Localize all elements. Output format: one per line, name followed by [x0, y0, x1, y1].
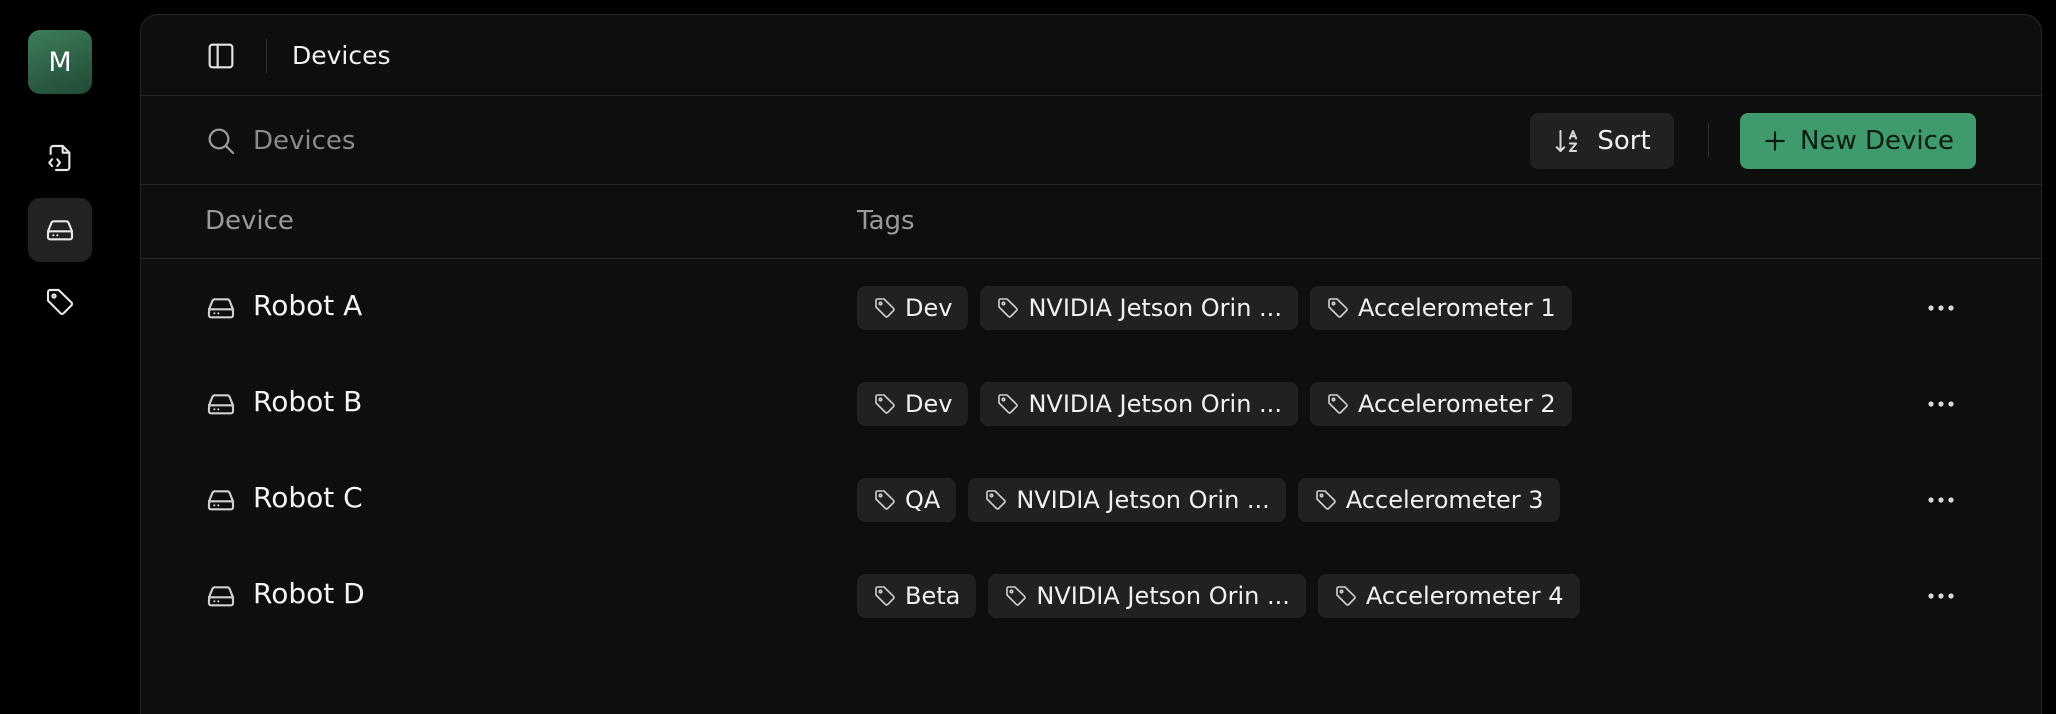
more-horizontal-icon [1928, 593, 1954, 599]
toolbar: Sort New Device [141, 97, 2041, 185]
tag-chip[interactable]: NVIDIA Jetson Orin ... [968, 478, 1286, 522]
avatar[interactable]: M [28, 30, 92, 94]
sidebar-item-files[interactable] [28, 126, 92, 190]
device-name: Robot B [253, 385, 363, 418]
device-icon [207, 490, 235, 511]
column-header-tags: Tags [857, 206, 915, 236]
tag-chip[interactable]: QA [857, 478, 957, 522]
tag-chip[interactable]: Accelerometer 4 [1317, 574, 1580, 618]
table-row[interactable]: Robot D Beta NVIDIA Jetson Orin ... Acce… [141, 548, 2041, 644]
tag-label: Accelerometer 4 [1365, 582, 1564, 610]
tag-label: NVIDIA Jetson Orin ... [1028, 390, 1282, 418]
tag-list: Beta NVIDIA Jetson Orin ... Acceleromete… [857, 574, 1580, 618]
more-horizontal-icon [1928, 497, 1954, 503]
column-header-device: Device [205, 206, 294, 236]
tag-chip[interactable]: Accelerometer 1 [1309, 286, 1572, 330]
search-input[interactable] [253, 121, 853, 161]
row-more-button[interactable] [1921, 580, 1961, 612]
tag-list: Dev NVIDIA Jetson Orin ... Accelerometer… [857, 382, 1572, 426]
tag-chip[interactable]: Dev [857, 286, 969, 330]
tag-chip[interactable]: NVIDIA Jetson Orin ... [980, 286, 1298, 330]
device-icon [207, 298, 235, 319]
tag-label: NVIDIA Jetson Orin ... [1036, 582, 1290, 610]
sort-button-label: Sort [1597, 126, 1651, 156]
main-panel: Devices Sort New Device Device [140, 14, 2042, 714]
page-title: Devices [292, 41, 391, 70]
plus-icon [1765, 131, 1785, 151]
tag-icon [875, 490, 895, 510]
sidebar-item-devices[interactable] [28, 198, 92, 262]
tag-label: Dev [905, 294, 953, 322]
tag-label: NVIDIA Jetson Orin ... [1028, 294, 1282, 322]
tag-list: Dev NVIDIA Jetson Orin ... Accelerometer… [857, 286, 1572, 330]
table-header: Device Tags [141, 186, 2041, 259]
tag-icon [875, 298, 895, 318]
row-more-button[interactable] [1921, 484, 1961, 516]
tag-label: Accelerometer 2 [1357, 390, 1556, 418]
tag-chip[interactable]: NVIDIA Jetson Orin ... [980, 382, 1298, 426]
tag-icon [1316, 490, 1336, 510]
sort-az-icon [1556, 130, 1578, 152]
tag-icon [986, 490, 1007, 510]
row-more-button[interactable] [1921, 292, 1961, 324]
device-icon [207, 394, 235, 415]
device-icon [46, 220, 74, 241]
device-name: Robot D [253, 577, 365, 610]
tag-chip[interactable]: Accelerometer 3 [1297, 478, 1560, 522]
sidebar: M [0, 0, 140, 700]
table-row[interactable]: Robot B Dev NVIDIA Jetson Orin ... Accel… [141, 356, 2041, 452]
tag-chip[interactable]: NVIDIA Jetson Orin ... [988, 574, 1306, 618]
table-row[interactable]: Robot C QA NVIDIA Jetson Orin ... Accele… [141, 452, 2041, 548]
row-more-button[interactable] [1921, 388, 1961, 420]
file-code-icon [48, 144, 71, 172]
tag-label: Dev [905, 390, 953, 418]
sidebar-toggle-icon[interactable] [205, 40, 237, 72]
header: Devices [141, 15, 2041, 96]
tag-label: QA [905, 486, 941, 514]
tag-icon [1006, 586, 1027, 606]
new-device-button[interactable]: New Device [1740, 113, 1976, 169]
table-row[interactable]: Robot A Dev NVIDIA Jetson Orin ... Accel… [141, 260, 2041, 356]
tag-label: NVIDIA Jetson Orin ... [1016, 486, 1270, 514]
search-icon [208, 128, 235, 155]
new-device-button-label: New Device [1800, 126, 1954, 156]
more-horizontal-icon [1928, 401, 1954, 407]
header-divider [266, 39, 267, 73]
tag-label: Beta [905, 582, 961, 610]
tag-label: Accelerometer 1 [1357, 294, 1556, 322]
tag-icon [998, 298, 1019, 318]
tag-chip[interactable]: Accelerometer 2 [1309, 382, 1572, 426]
tag-icon [875, 394, 895, 414]
tag-icon [1328, 298, 1348, 318]
tag-icon [875, 586, 895, 606]
tag-chip[interactable]: Dev [857, 382, 969, 426]
tag-icon [1336, 586, 1356, 606]
sort-button[interactable]: Sort [1530, 113, 1674, 169]
sidebar-item-tags[interactable] [28, 270, 92, 334]
more-horizontal-icon [1928, 305, 1954, 311]
tag-icon [998, 394, 1019, 414]
tag-list: QA NVIDIA Jetson Orin ... Accelerometer … [857, 478, 1560, 522]
toolbar-divider [1708, 123, 1709, 157]
tag-icon [1328, 394, 1348, 414]
tag-label: Accelerometer 3 [1345, 486, 1544, 514]
tag-chip[interactable]: Beta [857, 574, 977, 618]
device-icon [207, 586, 235, 607]
device-name: Robot C [253, 481, 363, 514]
device-name: Robot A [253, 289, 363, 322]
tag-icon [46, 288, 74, 315]
